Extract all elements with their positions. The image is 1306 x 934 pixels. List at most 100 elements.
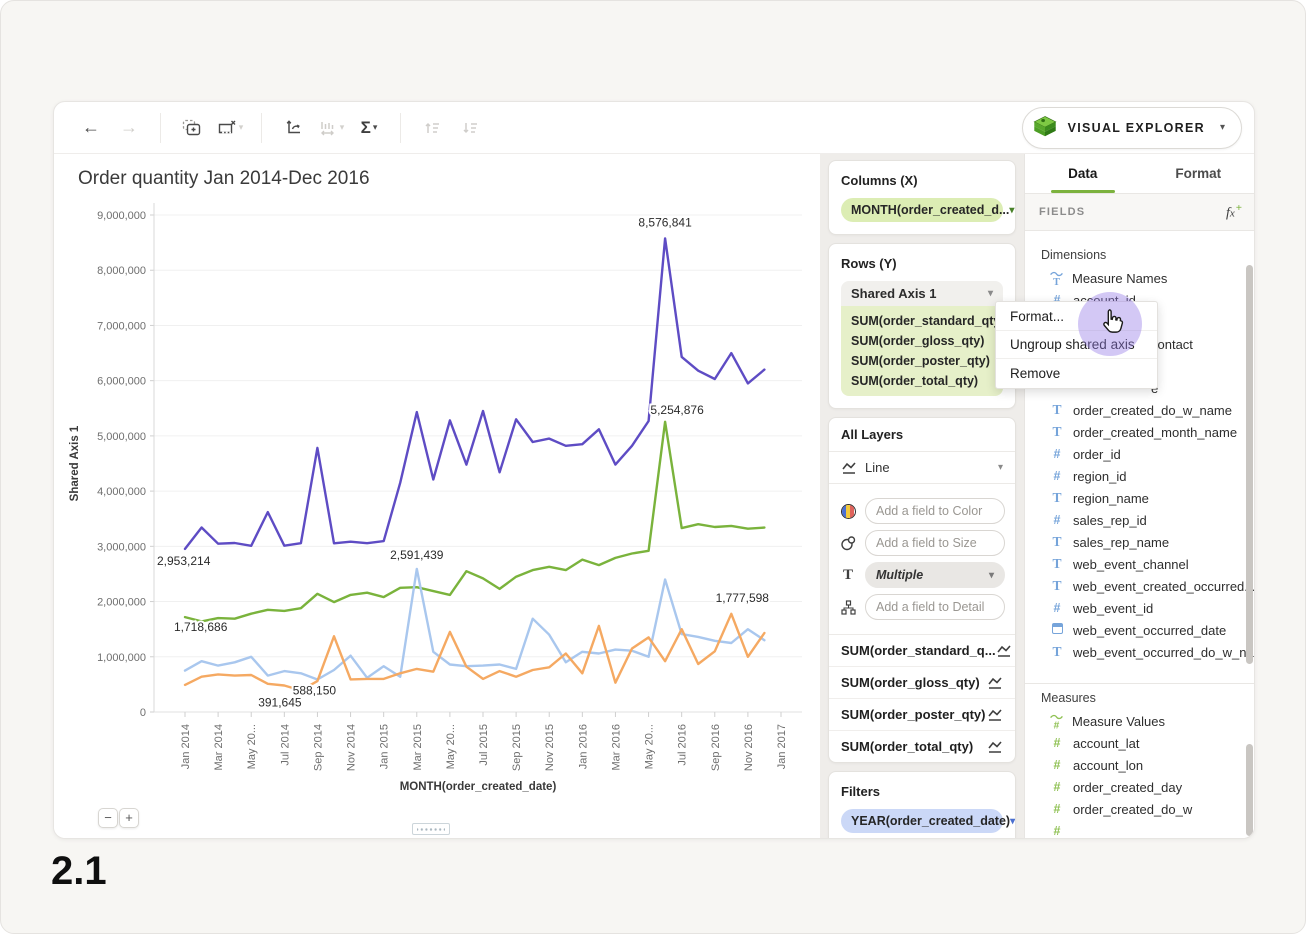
field-item[interactable]: #region_id — [1041, 465, 1254, 487]
panel-resize-handle[interactable] — [412, 823, 450, 835]
field-item[interactable]: Torder_created_do_w_name — [1041, 399, 1254, 421]
rows-shelf-measure-pill[interactable]: SUM(order_standard_qty) — [841, 311, 1003, 331]
tab-format[interactable]: Format — [1141, 154, 1255, 193]
field-item-label: web_event_created_occurred... — [1073, 579, 1254, 594]
svg-text:May 20...: May 20... — [644, 724, 656, 769]
filters-title: Filters — [841, 784, 1003, 799]
sort-descending-button[interactable] — [454, 111, 486, 145]
field-item[interactable]: #order_created_do_w — [1041, 798, 1254, 820]
detail-well-icon — [839, 600, 857, 615]
redo-button[interactable]: → — [113, 111, 145, 145]
field-item[interactable]: #Measure Values — [1041, 710, 1254, 732]
field-item[interactable]: TMeasure Names — [1041, 267, 1254, 289]
detail-field-well[interactable]: Add a field to Detail — [865, 594, 1005, 620]
svg-text:0: 0 — [140, 707, 146, 719]
zoom-in-button[interactable]: + — [119, 808, 139, 828]
field-item[interactable]: Tsales_rep_name — [1041, 531, 1254, 553]
tab-data[interactable]: Data — [1025, 154, 1141, 193]
text-field-well[interactable]: Multiple ▾ — [865, 562, 1005, 588]
layer-measure-row[interactable]: SUM(order_standard_q... — [829, 635, 1015, 667]
shared-axis-context-menu: Format...Ungroup shared axisRemove — [995, 301, 1158, 389]
field-item[interactable]: #sales_rep_id — [1041, 509, 1254, 531]
svg-text:Mar 2016: Mar 2016 — [610, 724, 622, 770]
field-item-label: account_lat — [1073, 736, 1140, 751]
svg-text:Jan 2014: Jan 2014 — [180, 724, 192, 769]
bar-width-icon — [318, 120, 338, 136]
order-quantity-chart[interactable]: 01,000,0002,000,0003,000,0004,000,0005,0… — [54, 154, 820, 804]
field-item[interactable]: #order_id — [1041, 443, 1254, 465]
series-line-poster[interactable] — [185, 614, 764, 691]
field-item-label: order_created_do_w_name — [1073, 403, 1232, 418]
toolbar: ← → ▾ ▾ Σ ▾ — [54, 102, 1254, 154]
svg-text:9,000,000: 9,000,000 — [97, 210, 146, 222]
size-field-well[interactable]: Add a field to Size — [865, 530, 1005, 556]
field-item-label: order_created_do_w — [1073, 802, 1192, 817]
visual-explorer-logo — [1031, 114, 1059, 142]
rows-shelf-measure-pill[interactable]: SUM(order_gloss_qty) — [841, 331, 1003, 351]
svg-text:8,000,000: 8,000,000 — [97, 265, 146, 277]
layer-measure-row[interactable]: SUM(order_gloss_qty) — [829, 667, 1015, 699]
section-divider — [1025, 683, 1254, 684]
chevron-down-icon: ▾ — [340, 122, 345, 133]
field-item-label: order_id — [1073, 447, 1121, 462]
field-item[interactable]: Torder_created_month_name — [1041, 421, 1254, 443]
context-menu-item[interactable]: Ungroup shared axis — [996, 331, 1157, 359]
rows-shelf-measure-pill[interactable]: SUM(order_poster_qty) — [841, 351, 1003, 371]
drag-dots-icon — [417, 827, 445, 832]
svg-text:#: # — [1054, 720, 1060, 729]
sort-ascending-button[interactable] — [416, 111, 448, 145]
field-item[interactable]: Tweb_event_channel — [1041, 553, 1254, 575]
svg-text:Sep 2016: Sep 2016 — [710, 724, 722, 771]
context-menu-item[interactable]: Remove — [996, 359, 1157, 387]
series-line-gloss[interactable] — [185, 569, 764, 680]
color-field-well[interactable]: Add a field to Color — [865, 498, 1005, 524]
zoom-out-button[interactable]: − — [98, 808, 118, 828]
shelf-column: Columns (X) MONTH(order_created_d... ▾ R… — [820, 154, 1024, 838]
chevron-down-icon: ▾ — [239, 122, 244, 133]
aggregate-button[interactable]: Σ ▾ — [353, 111, 385, 145]
context-menu-item[interactable]: Format... — [996, 303, 1157, 331]
field-item-label: sales_rep_id — [1073, 513, 1147, 528]
field-item[interactable]: Tweb_event_created_occurred... — [1041, 575, 1254, 597]
chart-type-dropdown[interactable]: Line ▾ — [829, 452, 1015, 484]
duplicate-chart-icon — [182, 119, 202, 137]
field-item[interactable]: Tweb_event_occurred_do_w_na... — [1041, 641, 1254, 663]
shared-axis-label: Shared Axis 1 — [851, 286, 937, 301]
rows-shelf: Rows (Y) Shared Axis 1 ▾ SUM(order_stand… — [828, 243, 1016, 409]
field-item[interactable]: #account_lat — [1041, 732, 1254, 754]
svg-text:1,000,000: 1,000,000 — [97, 652, 146, 664]
number-icon: # — [1049, 824, 1065, 838]
measures-scrollbar[interactable] — [1246, 744, 1253, 836]
chart-area: Order quantity Jan 2014-Dec 2016 01,000,… — [54, 154, 820, 838]
bar-width-button[interactable]: ▾ — [315, 111, 347, 145]
field-item-label: web_event_occurred_date — [1073, 623, 1226, 638]
columns-field-label: MONTH(order_created_d... — [851, 203, 1009, 217]
swap-axes-button[interactable] — [277, 111, 309, 145]
remove-chart-button[interactable]: ▾ — [214, 111, 246, 145]
toolbar-divider — [400, 113, 401, 143]
rows-shelf-measure-pill[interactable]: SUM(order_total_qty) — [841, 371, 1003, 391]
columns-field-pill[interactable]: MONTH(order_created_d... ▾ — [841, 198, 1003, 222]
svg-text:3,000,000: 3,000,000 — [97, 541, 146, 553]
duplicate-chart-button[interactable] — [176, 111, 208, 145]
main-content: Order quantity Jan 2014-Dec 2016 01,000,… — [54, 154, 1254, 838]
text-icon: T — [1049, 644, 1065, 660]
line-chart-icon — [841, 461, 857, 475]
filter-field-pill[interactable]: YEAR(order_created_date) ▾ — [841, 809, 1003, 833]
field-item[interactable]: web_event_occurred_date — [1041, 619, 1254, 641]
dimensions-scrollbar[interactable] — [1246, 265, 1253, 664]
data-point-label: 5,254,876 — [650, 403, 704, 417]
visual-explorer-menu-button[interactable]: VISUAL EXPLORER ▾ — [1022, 107, 1242, 149]
layer-measure-label: SUM(order_standard_q... — [841, 643, 996, 658]
field-item[interactable]: #order_created_day — [1041, 776, 1254, 798]
field-item[interactable]: Tregion_name — [1041, 487, 1254, 509]
layer-measure-row[interactable]: SUM(order_total_qty) — [829, 731, 1015, 762]
layer-measure-row[interactable]: SUM(order_poster_qty) — [829, 699, 1015, 731]
undo-button[interactable]: ← — [75, 111, 107, 145]
shared-axis-dropdown[interactable]: Shared Axis 1 ▾ — [841, 281, 1003, 306]
add-calculated-field-button[interactable]: fx+ — [1226, 202, 1242, 222]
field-item[interactable]: # — [1041, 820, 1254, 838]
field-item[interactable]: #account_lon — [1041, 754, 1254, 776]
field-item[interactable]: #web_event_id — [1041, 597, 1254, 619]
line-chart-icon — [987, 740, 1003, 754]
